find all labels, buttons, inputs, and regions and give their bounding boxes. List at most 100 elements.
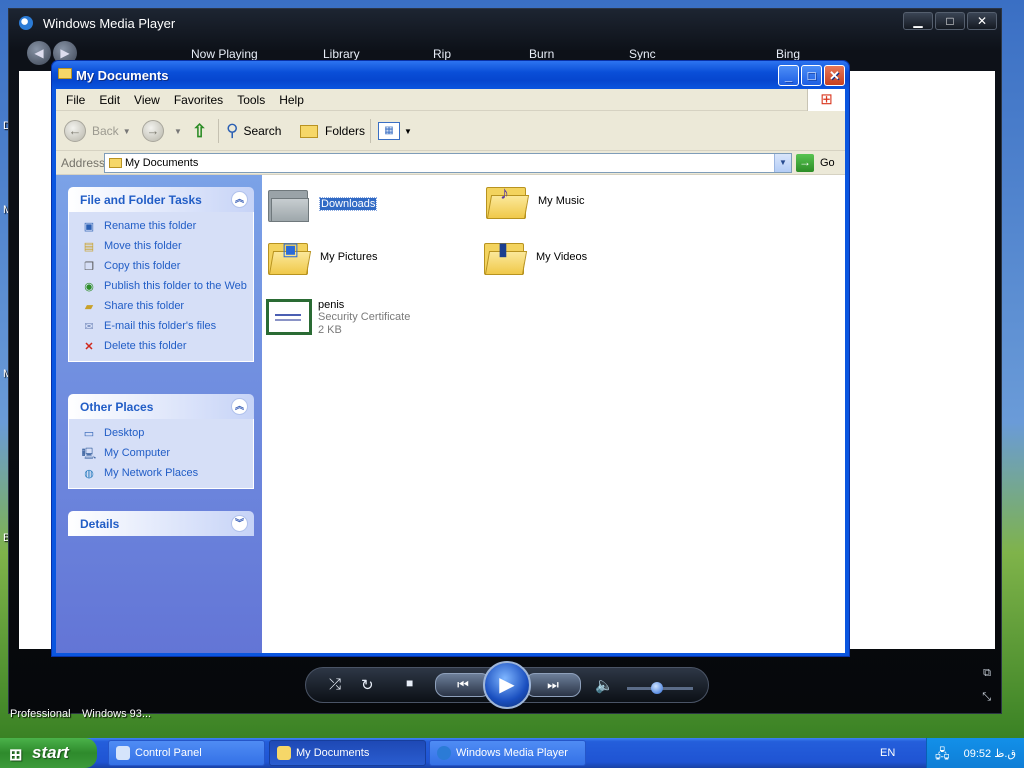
menu-edit[interactable]: Edit: [93, 93, 128, 107]
wmp-titlebar[interactable]: Windows Media Player: [9, 9, 1001, 37]
address-bar: Address My Documents ▼ → Go: [56, 151, 845, 175]
certificate-icon: [266, 299, 312, 335]
tab-now-playing[interactable]: Now Playing: [191, 47, 258, 61]
expand-icon[interactable]: ︾: [231, 515, 248, 532]
maximize-button[interactable]: □: [801, 65, 822, 86]
back-arrow-icon: ←: [64, 120, 86, 142]
place-my-computer[interactable]: 🖳 My Computer: [81, 447, 253, 461]
panel-header[interactable]: Other Places ︽: [68, 394, 254, 419]
maximize-button[interactable]: □: [935, 12, 965, 30]
taskbar-item-my-documents[interactable]: My Documents: [269, 740, 426, 766]
delete-icon: ✕: [84, 341, 94, 353]
tab-rip[interactable]: Rip: [433, 47, 451, 61]
place-network[interactable]: ◍ My Network Places: [81, 467, 253, 481]
taskbar-item-control-panel[interactable]: Control Panel: [108, 740, 265, 766]
resize-grip-icon[interactable]: ⤡: [982, 691, 991, 704]
up-arrow-icon: ⇧: [192, 120, 208, 141]
other-places-panel: Other Places ︽ ▭ Desktop 🖳 My Computer ◍…: [68, 394, 254, 489]
task-share-folder[interactable]: ▰ Share this folder: [81, 300, 253, 314]
task-label: Delete this folder: [104, 340, 187, 352]
desktop-icon-label: Windows 93...: [82, 708, 152, 720]
folders-icon: [300, 124, 318, 138]
collapse-icon[interactable]: ︽: [231, 191, 248, 208]
tab-library[interactable]: Library: [323, 47, 360, 61]
back-arrow-icon[interactable]: ◀: [27, 41, 51, 65]
taskbar-item-wmp[interactable]: Windows Media Player: [429, 740, 586, 766]
panel-header[interactable]: File and Folder Tasks ︽: [68, 187, 254, 212]
back-button[interactable]: ← Back ▼: [64, 119, 131, 143]
menu-help[interactable]: Help: [273, 93, 312, 107]
go-arrow-icon: →: [796, 154, 814, 172]
play-button[interactable]: ▶: [483, 661, 531, 709]
task-publish-folder[interactable]: ◉ Publish this folder to the Web: [81, 280, 253, 294]
clock: 09:52 ق.ظ: [963, 747, 1016, 760]
tab-burn[interactable]: Burn: [529, 47, 554, 61]
menu-tools[interactable]: Tools: [231, 93, 273, 107]
panel-title: Other Places: [80, 399, 154, 414]
stop-icon[interactable]: ■: [406, 676, 413, 690]
globe-icon: ◉: [84, 281, 94, 293]
folder-item[interactable]: ♪ My Music: [486, 183, 584, 219]
panel-header[interactable]: Details ︾: [68, 511, 254, 536]
minimize-button[interactable]: ▁: [903, 12, 933, 30]
control-panel-icon: [116, 746, 130, 760]
menu-view[interactable]: View: [128, 93, 168, 107]
forward-button[interactable]: → ▼: [142, 119, 182, 143]
file-view: Downloads ♪ My Music ▣ My Pictures ▮ My …: [262, 175, 845, 653]
network-tray-icon[interactable]: 🖧: [935, 745, 950, 767]
chevron-down-icon: ▼: [174, 126, 182, 136]
file-item[interactable]: penis Security Certificate 2 KB: [266, 299, 410, 337]
task-label: Windows Media Player: [456, 747, 568, 759]
folders-button[interactable]: Folders: [300, 119, 365, 143]
task-copy-folder[interactable]: ❐ Copy this folder: [81, 260, 253, 274]
up-folder-button[interactable]: ⇧: [192, 119, 207, 143]
explorer-window-controls: _ □ ✕: [778, 65, 845, 86]
minimize-button[interactable]: _: [778, 65, 799, 86]
address-field[interactable]: My Documents ▼: [104, 153, 792, 173]
explorer-window[interactable]: My Documents _ □ ✕ File Edit View Favori…: [51, 60, 850, 657]
place-label: My Computer: [104, 447, 171, 459]
tab-sync[interactable]: Sync: [629, 47, 656, 61]
task-rename-folder[interactable]: ▣ Rename this folder: [81, 220, 253, 234]
volume-knob[interactable]: [650, 682, 663, 694]
start-button[interactable]: ⊞ start: [0, 738, 97, 768]
folder-item[interactable]: ▮ My Videos: [484, 239, 587, 275]
folder-icon: [109, 158, 122, 168]
place-desktop[interactable]: ▭ Desktop: [81, 427, 253, 441]
taskbar: ⊞ start Control Panel My Documents Windo…: [0, 738, 1024, 768]
windows-flag-icon: ⊞: [9, 747, 23, 764]
search-button[interactable]: ⚲ Search: [226, 119, 281, 143]
task-move-folder[interactable]: ▤ Move this folder: [81, 240, 253, 254]
chevron-down-icon[interactable]: ▼: [774, 154, 791, 172]
close-button[interactable]: ✕: [824, 65, 845, 86]
go-button[interactable]: → Go: [796, 154, 835, 172]
language-indicator[interactable]: EN: [880, 747, 895, 759]
menu-file[interactable]: File: [60, 93, 93, 107]
repeat-icon[interactable]: ↻: [361, 676, 374, 694]
task-label: Control Panel: [135, 747, 202, 759]
close-button[interactable]: ✕: [967, 12, 997, 30]
folder-item[interactable]: Downloads: [268, 186, 378, 222]
search-label: Search: [243, 124, 282, 138]
pictures-folder-icon: ▣: [268, 239, 312, 275]
panel-title: Details: [80, 516, 120, 531]
search-icon: ⚲: [226, 121, 239, 140]
task-delete-folder[interactable]: ✕ Delete this folder: [81, 340, 253, 354]
next-button[interactable]: ⏭: [525, 673, 581, 697]
switch-to-now-playing-icon[interactable]: ⧉: [983, 667, 991, 680]
shuffle-icon[interactable]: ⤮: [329, 676, 341, 693]
details-panel: Details ︾: [68, 511, 254, 536]
tab-bing[interactable]: Bing: [776, 47, 800, 61]
folder-item[interactable]: ▣ My Pictures: [268, 239, 377, 275]
volume-icon[interactable]: 🔈: [595, 676, 614, 694]
desktop-icon-label: Professional: [10, 708, 71, 720]
menu-bar: File Edit View Favorites Tools Help ⊞: [56, 89, 845, 111]
task-label: Rename this folder: [104, 220, 197, 232]
task-email-files[interactable]: ✉ E-mail this folder's files: [81, 320, 253, 334]
explorer-titlebar[interactable]: My Documents _ □ ✕: [52, 61, 849, 89]
collapse-icon[interactable]: ︽: [231, 398, 248, 415]
place-label: My Network Places: [104, 467, 199, 479]
task-pane: File and Folder Tasks ︽ ▣ Rename this fo…: [56, 175, 262, 653]
menu-favorites[interactable]: Favorites: [168, 93, 231, 107]
views-button[interactable]: ▦ ▼: [378, 119, 412, 143]
